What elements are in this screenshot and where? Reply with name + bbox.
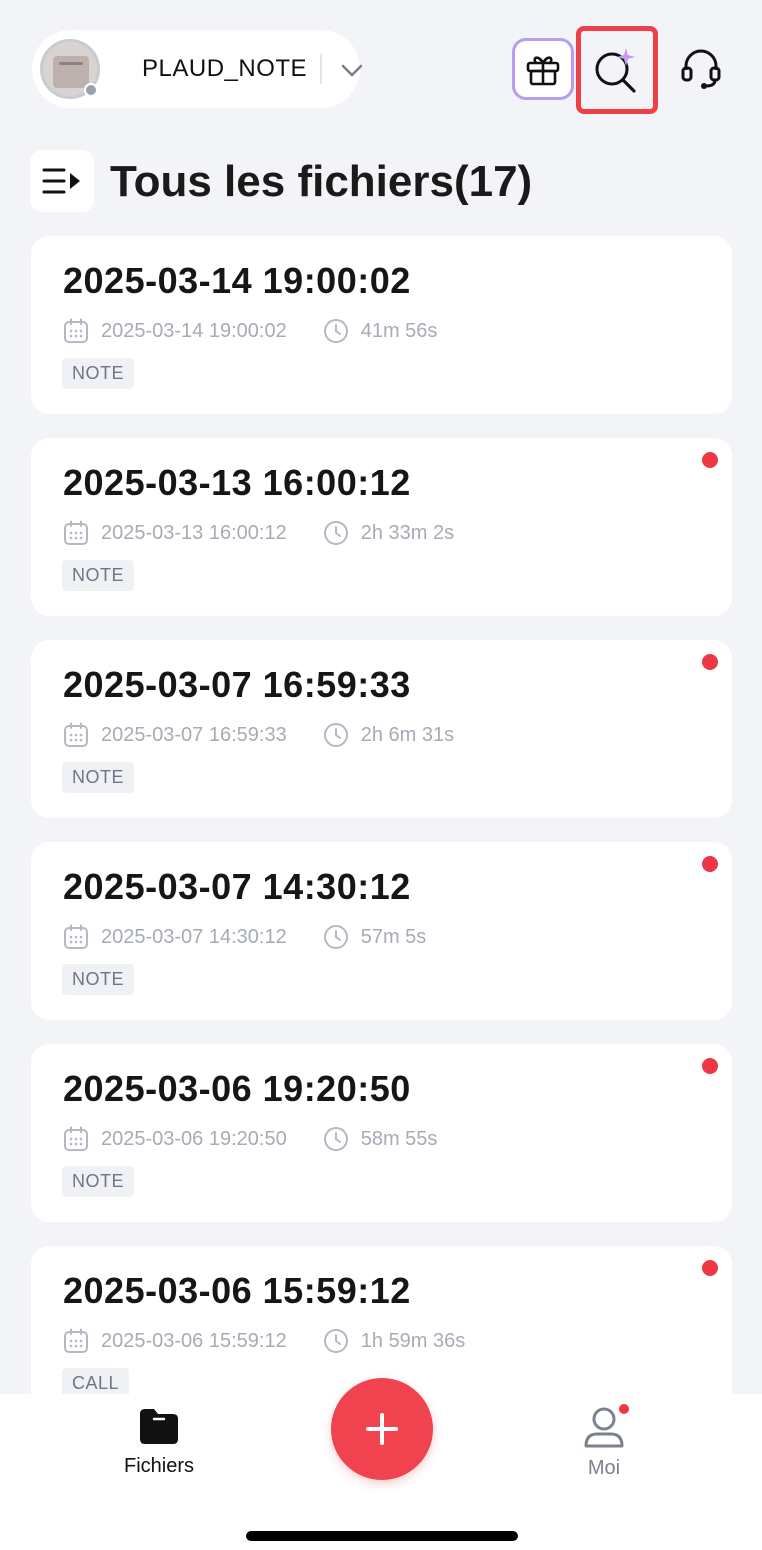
file-tag: NOTE — [62, 762, 135, 793]
file-duration: 57m 5s — [360, 925, 427, 948]
gift-button[interactable] — [512, 38, 574, 100]
file-tag: NOTE — [62, 358, 135, 389]
ai-search-button[interactable] — [576, 26, 658, 114]
clock-icon — [323, 1329, 348, 1353]
file-tag: NOTE — [62, 560, 135, 591]
notification-dot — [617, 1402, 631, 1416]
file-card[interactable]: 2025-03-06 19:20:50 2025-03-06 19:20:50 58… — [31, 1044, 732, 1222]
file-card[interactable]: 2025-03-13 16:00:12 2025-03-13 16:00:12 2h… — [31, 438, 732, 616]
page-title: Tous les fichiers(17) — [110, 157, 533, 206]
file-meta: 2025-03-06 15:59:12 1h 59m 36s — [63, 1328, 465, 1354]
file-meta: 2025-03-07 14:30:12 57m 5s — [63, 924, 426, 950]
folder-icon — [140, 1409, 178, 1444]
clock-icon — [323, 521, 348, 545]
unread-dot — [702, 1260, 718, 1276]
file-duration: 58m 55s — [360, 1127, 438, 1150]
file-tag: NOTE — [62, 1166, 135, 1197]
file-title: 2025-03-07 14:30:12 — [63, 866, 411, 907]
calendar-icon — [64, 722, 88, 747]
file-duration: 41m 56s — [360, 319, 438, 342]
ai-search-icon — [595, 48, 636, 93]
file-date: 2025-03-14 19:00:02 — [101, 319, 287, 342]
chevron-down-icon[interactable] — [338, 58, 366, 82]
device-status-dot — [84, 83, 98, 97]
file-duration: 1h 59m 36s — [360, 1329, 466, 1352]
unread-dot — [702, 654, 718, 670]
file-meta: 2025-03-07 16:59:33 2h 6m 31s — [63, 722, 454, 748]
menu-expand-icon — [42, 168, 80, 194]
file-date: 2025-03-13 16:00:12 — [101, 521, 287, 544]
file-title: 2025-03-06 19:20:50 — [63, 1068, 411, 1109]
file-title: 2025-03-14 19:00:02 — [63, 260, 411, 301]
nav-me-label: Moi — [587, 1457, 621, 1479]
clock-icon — [323, 723, 348, 747]
home-indicator — [246, 1531, 518, 1541]
calendar-icon — [64, 318, 88, 343]
nav-me[interactable]: Moi — [534, 1402, 674, 1480]
device-name: PLAUD_NOTE — [142, 55, 308, 82]
file-meta: 2025-03-14 19:00:02 41m 56s — [63, 318, 437, 344]
clock-icon — [323, 319, 348, 343]
nav-files-label: Fichiers — [123, 1455, 194, 1477]
device-selector[interactable]: PLAUD_NOTE — [32, 30, 363, 108]
gift-icon — [526, 56, 560, 86]
unread-dot — [702, 1058, 718, 1074]
support-button[interactable] — [670, 38, 732, 100]
unread-dot — [702, 452, 718, 468]
file-title: 2025-03-13 16:00:12 — [63, 462, 411, 503]
file-meta: 2025-03-06 19:20:50 58m 55s — [63, 1126, 437, 1152]
nav-files[interactable]: Fichiers — [89, 1406, 229, 1478]
unread-dot — [702, 856, 718, 872]
file-meta: 2025-03-13 16:00:12 2h 33m 2s — [63, 520, 454, 546]
file-date: 2025-03-07 14:30:12 — [101, 925, 287, 948]
file-card[interactable]: 2025-03-07 14:30:12 2025-03-07 14:30:12 57… — [31, 842, 732, 1020]
calendar-icon — [64, 1328, 88, 1353]
calendar-icon — [64, 924, 88, 949]
clock-icon — [323, 925, 348, 949]
file-date: 2025-03-06 19:20:50 — [101, 1127, 287, 1150]
file-card[interactable]: 2025-03-14 19:00:02 2025-03-14 19:00:02 41… — [31, 236, 732, 414]
calendar-icon — [64, 520, 88, 545]
file-duration: 2h 6m 31s — [360, 723, 455, 746]
file-date: 2025-03-07 16:59:33 — [101, 723, 287, 746]
file-title: 2025-03-07 16:59:33 — [63, 664, 411, 705]
divider — [320, 54, 322, 84]
file-date: 2025-03-06 15:59:12 — [101, 1329, 287, 1352]
file-card[interactable]: 2025-03-07 16:59:33 2025-03-07 16:59:33 2h… — [31, 640, 732, 818]
calendar-icon — [64, 1126, 88, 1151]
clock-icon — [323, 1127, 348, 1151]
headset-icon — [681, 49, 721, 89]
file-title: 2025-03-06 15:59:12 — [63, 1270, 411, 1311]
add-recording-button[interactable] — [331, 1378, 433, 1480]
plus-icon — [366, 1413, 398, 1445]
sidebar-toggle-button[interactable] — [30, 150, 94, 212]
file-duration: 2h 33m 2s — [360, 521, 455, 544]
file-tag: NOTE — [62, 964, 135, 995]
